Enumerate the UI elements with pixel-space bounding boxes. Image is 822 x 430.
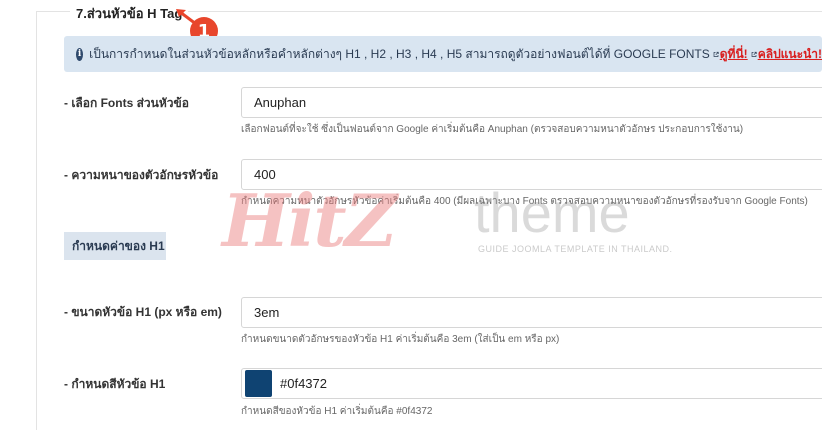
external-link-icon <box>713 51 719 57</box>
weight-input[interactable]: 400 <box>241 159 822 190</box>
h1-color-value: #0f4372 <box>280 376 327 391</box>
h1-section-heading: กำหนดค่าของ H1 <box>64 232 166 260</box>
weight-help: กำหนดความหนาตัวอักษรหัวข้อค่าเริ่มต้นคือ… <box>241 196 808 207</box>
external-link-icon <box>751 51 757 57</box>
video-guide-link[interactable]: คลิปแนะนำ! <box>758 45 822 64</box>
info-text: เป็นการกำหนดในส่วนหัวข้อหลักหรือคำหลักต่… <box>89 46 710 61</box>
font-help: เลือกฟอนต์ที่จะใช้ ซึ่งเป็นฟอนต์จาก Goog… <box>241 124 744 135</box>
color-swatch[interactable] <box>245 370 272 397</box>
font-input[interactable]: Anuphan <box>241 87 822 118</box>
h1-color-label: - กำหนดสีหัวข้อ H1 <box>64 377 166 391</box>
h1-size-input[interactable]: 3em <box>241 297 822 328</box>
font-label: - เลือก Fonts ส่วนหัวข้อ <box>64 96 189 110</box>
view-here-link[interactable]: ดูที่นี่! <box>720 45 748 64</box>
h1-size-help: กำหนดขนาดตัวอักษรของหัวข้อ H1 ค่าเริ่มต้… <box>241 334 560 345</box>
h1-color-help: กำหนดสีของหัวข้อ H1 ค่าเริ่มต้นคือ #0f43… <box>241 406 433 417</box>
info-icon: i <box>76 47 84 61</box>
weight-label: - ความหนาของตัวอักษรหัวข้อ <box>64 168 219 182</box>
h1-size-label: - ขนาดหัวข้อ H1 (px หรือ em) <box>64 305 222 319</box>
info-alert: i เป็นการกำหนดในส่วนหัวข้อหลักหรือคำหลัก… <box>64 36 822 72</box>
h1-color-input[interactable]: #0f4372 <box>241 368 822 399</box>
